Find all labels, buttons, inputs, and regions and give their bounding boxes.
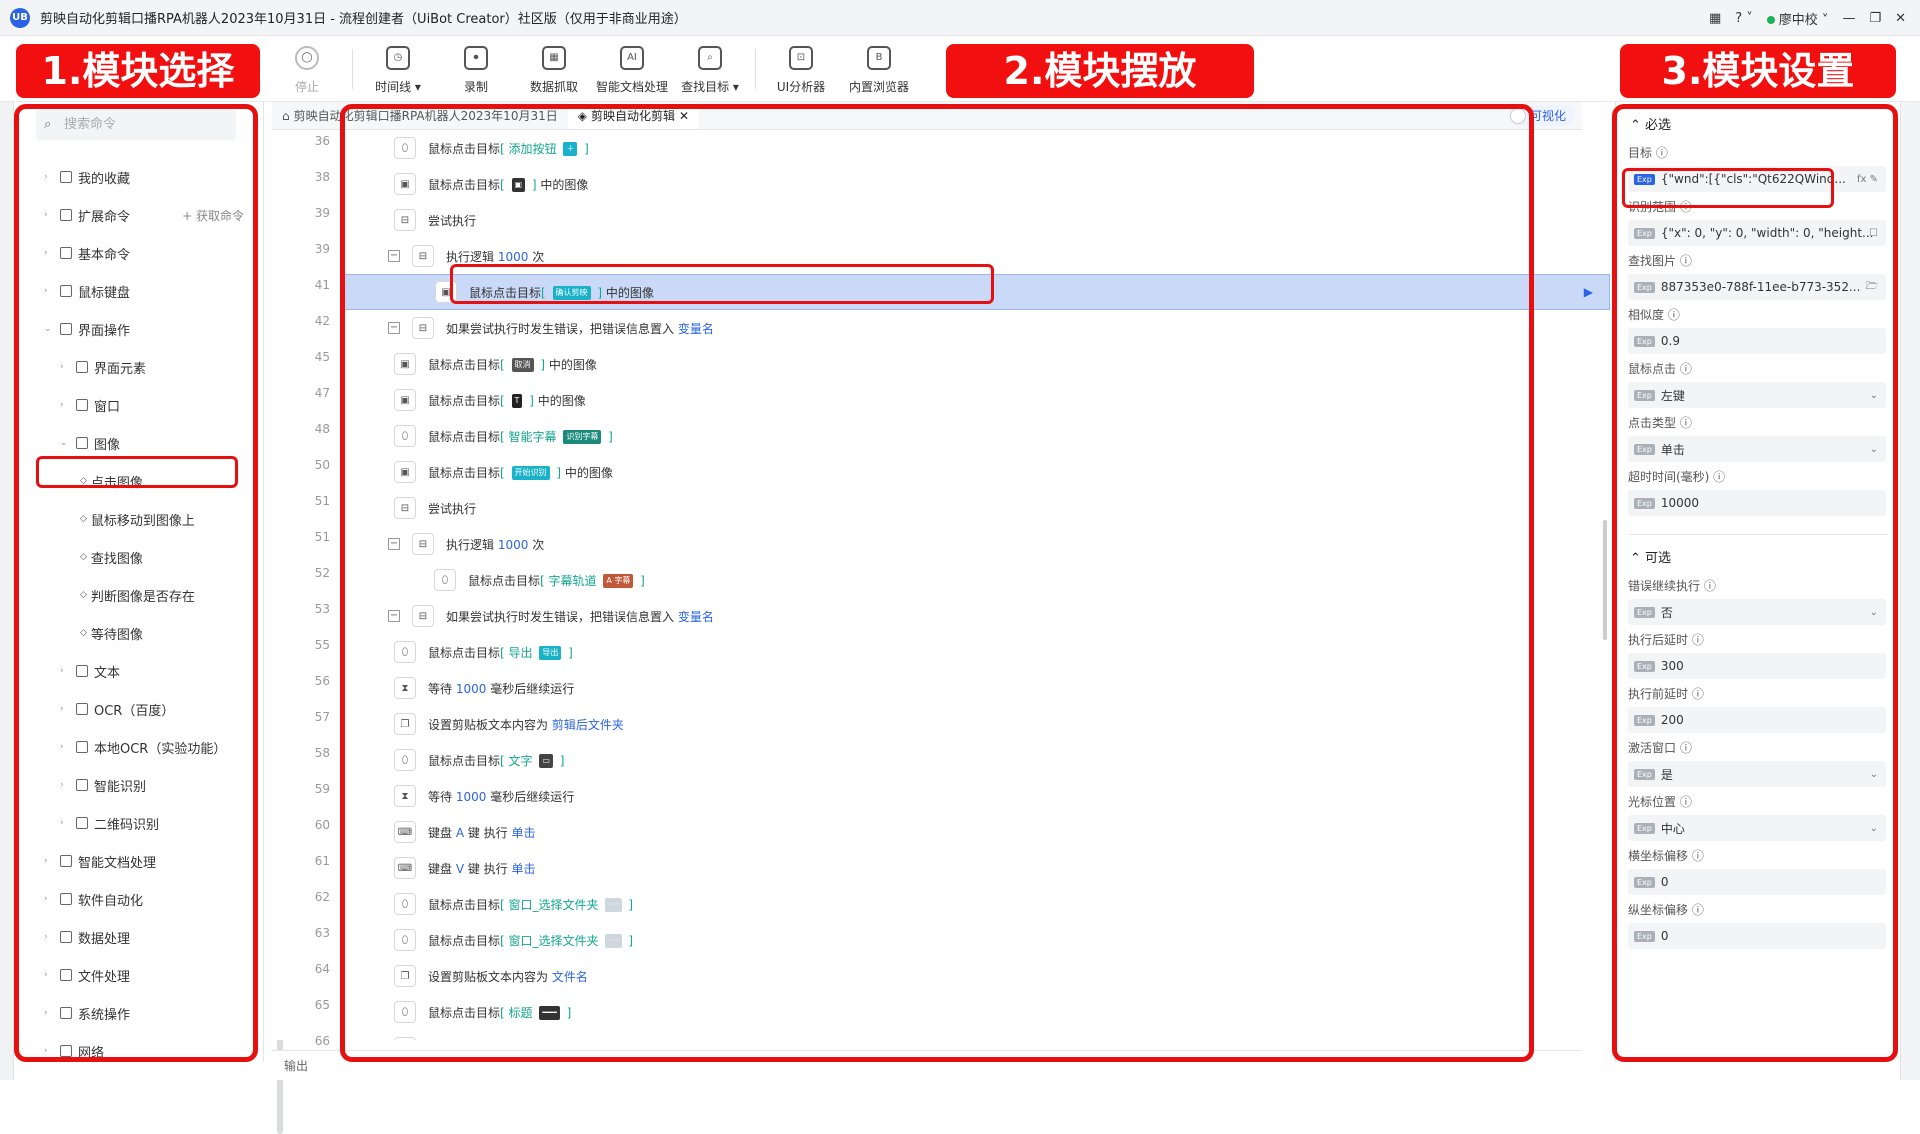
module-select-highlight	[14, 104, 258, 1062]
layout-icon[interactable]: ▦	[1709, 11, 1721, 26]
line-number: 63	[314, 926, 330, 940]
toolbar-label: 查找目标 ▾	[681, 80, 739, 94]
user-name: 廖中校	[1778, 12, 1818, 28]
app-logo: UB	[10, 7, 30, 28]
close-button[interactable]: ✕	[1895, 11, 1906, 26]
line-number: 51	[314, 530, 330, 544]
toolbar-button-7[interactable]: B 内置浏览器	[840, 39, 918, 101]
line-number: 65	[314, 998, 330, 1012]
line-number: 61	[314, 854, 330, 868]
line-number: 53	[314, 602, 330, 616]
stop-icon: ◯	[295, 46, 319, 70]
toolbar-label: 停止	[294, 80, 319, 94]
restore-button[interactable]: ❐	[1869, 11, 1881, 26]
command-panel-strip[interactable]	[0, 102, 14, 1080]
data-grab-icon: ▦	[542, 46, 566, 70]
properties-panel-strip[interactable]	[1900, 102, 1920, 1080]
module-settings-highlight	[1612, 104, 1898, 1062]
user-menu[interactable]: 廖中校 ˅	[1766, 9, 1828, 28]
clock-icon: ◷	[386, 46, 410, 70]
line-number: 58	[314, 746, 330, 760]
toolbar-separator	[352, 49, 353, 89]
toolbar-button-2[interactable]: ⏺ 录制	[437, 39, 515, 101]
line-number: 51	[314, 494, 330, 508]
line-number: 41	[314, 278, 330, 292]
toolbar-label: 录制	[463, 80, 488, 94]
find-target-icon: ⌕	[698, 46, 722, 70]
callout-module-settings: 3.模块设置	[1620, 44, 1896, 98]
run-row-icon[interactable]: ▶	[1584, 285, 1593, 299]
toolbar-button-5[interactable]: ⌕ 查找目标 ▾	[671, 39, 749, 101]
selected-row-highlight	[450, 264, 994, 304]
toolbar-label: 内置浏览器	[848, 80, 909, 94]
toolbar-label: 时间线 ▾	[375, 80, 421, 94]
line-number: 36	[314, 134, 330, 148]
toolbar-label: 智能文档处理	[595, 80, 668, 94]
line-number: 60	[314, 818, 330, 832]
help-icon[interactable]: ? ˅	[1735, 11, 1753, 26]
record-icon: ⏺	[464, 46, 488, 70]
line-number-gutter: 36 38 39 39 41 42 45 47 48 50 51 51 52 53 55 56 57 58 59 60…	[272, 130, 340, 1048]
line-number: 62	[314, 890, 330, 904]
online-status-dot	[1766, 15, 1775, 24]
line-number: 50	[314, 458, 330, 472]
line-number: 39	[314, 242, 330, 256]
ai-doc-icon: AI	[620, 46, 644, 70]
line-number: 64	[314, 962, 330, 976]
minimize-button[interactable]: —	[1842, 11, 1855, 26]
module-place-highlight	[340, 104, 1534, 1062]
toolbar-label: 数据抓取	[529, 80, 578, 94]
line-number: 59	[314, 782, 330, 796]
toolbar-separator	[755, 49, 756, 89]
toolbar-button-3[interactable]: ▦ 数据抓取	[515, 39, 593, 101]
line-number: 47	[314, 386, 330, 400]
browser-icon: B	[867, 46, 891, 70]
toolbar-button-1[interactable]: ◷ 时间线 ▾	[359, 39, 437, 101]
line-number: 52	[314, 566, 330, 580]
line-number: 38	[314, 170, 330, 184]
toolbar-button-4[interactable]: AI 智能文档处理	[593, 39, 671, 101]
toolbar-button-6[interactable]: ⊡ UI分析器	[762, 39, 840, 101]
line-number: 55	[314, 638, 330, 652]
click-image-highlight	[36, 456, 238, 488]
visual-toggle-label: 可视化	[1529, 109, 1566, 123]
toolbar-label: UI分析器	[776, 80, 826, 94]
output-label: 输出	[284, 1059, 309, 1073]
line-number: 42	[314, 314, 330, 328]
callout-module-place: 2.模块摆放	[946, 44, 1254, 98]
home-icon: ⌂	[282, 109, 290, 123]
target-field-highlight	[1622, 168, 1834, 208]
canvas-scrollbar[interactable]	[1603, 520, 1607, 640]
line-number: 57	[314, 710, 330, 724]
line-number: 56	[314, 674, 330, 688]
toolbar-button-0[interactable]: ◯ 停止	[268, 39, 346, 101]
ui-analyzer-icon: ⊡	[789, 46, 813, 70]
window-title: 剪映自动化剪辑口播RPA机器人2023年10月31日 - 流程创建者（UiBot…	[40, 12, 687, 27]
callout-module-select: 1.模块选择	[16, 44, 260, 98]
title-bar: UB 剪映自动化剪辑口播RPA机器人2023年10月31日 - 流程创建者（Ui…	[0, 0, 1920, 36]
line-number: 45	[314, 350, 330, 364]
line-number: 39	[314, 206, 330, 220]
line-number: 48	[314, 422, 330, 436]
